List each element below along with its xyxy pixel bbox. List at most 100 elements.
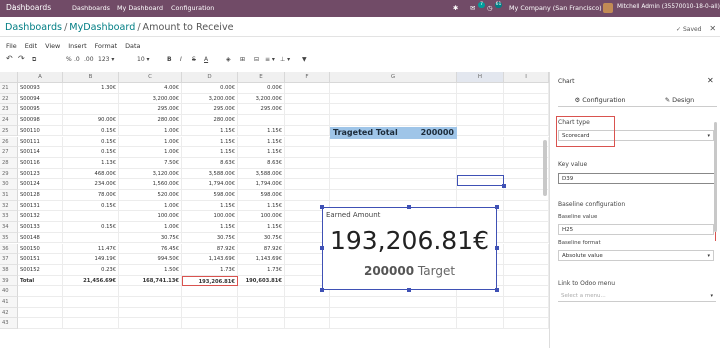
baseline-value-input[interactable]: H25 [558, 224, 714, 235]
percent-format-button[interactable]: % [66, 56, 72, 63]
grid-cell[interactable]: S00098 [18, 115, 63, 126]
grid-cell[interactable]: 193,206.81€ [182, 275, 238, 287]
row-header[interactable]: 43 [0, 318, 18, 330]
grid-cell[interactable] [330, 104, 457, 116]
grid-cell[interactable] [285, 307, 330, 319]
grid-cell[interactable] [63, 297, 119, 308]
row-header[interactable]: 34 [0, 222, 18, 233]
grid-cell[interactable]: 8.63€ [182, 157, 238, 169]
grid-cell[interactable]: 598.00€ [238, 190, 285, 201]
grid-cell[interactable] [238, 297, 285, 308]
grid-cell[interactable] [285, 179, 330, 190]
grid-cell[interactable]: S00123 [18, 168, 63, 180]
grid-cell[interactable]: 0.15€ [63, 125, 119, 137]
merge-cells-icon[interactable]: ⊟ [254, 56, 259, 63]
grid-cell[interactable]: S00093 [18, 83, 63, 94]
grid-cell[interactable] [457, 125, 504, 137]
grid-cell[interactable]: 4.00€ [119, 83, 182, 94]
breadcrumb-mydashboard[interactable]: MyDashboard [69, 22, 135, 33]
row-header[interactable]: 33 [0, 211, 18, 223]
menu-file[interactable]: File [6, 42, 17, 50]
vertical-align-dropdown[interactable]: ⊥ ▾ [280, 56, 290, 63]
grid-cell[interactable] [504, 222, 549, 233]
grid-cell[interactable] [285, 83, 330, 94]
resize-handle-e[interactable] [495, 246, 499, 250]
row-header[interactable]: 31 [0, 190, 18, 201]
horizontal-align-dropdown[interactable]: ≡ ▾ [265, 56, 275, 63]
menu-edit[interactable]: Edit [25, 42, 37, 50]
grid-cell[interactable] [504, 307, 549, 319]
row-header[interactable]: 24 [0, 115, 18, 126]
grid-cell[interactable] [182, 286, 238, 297]
grid-cell[interactable]: 30.75€ [119, 232, 182, 244]
panel-scrollbar[interactable] [714, 122, 717, 232]
row-header[interactable]: 26 [0, 136, 18, 148]
resize-handle-nw[interactable] [320, 205, 324, 209]
grid-cell[interactable]: S00148 [18, 232, 63, 244]
redo-icon[interactable]: ↷ [18, 54, 25, 63]
grid-cell[interactable]: 1,794.00€ [238, 179, 285, 190]
nav-menu-dashboards[interactable]: Dashboards [72, 4, 110, 12]
grid-cell[interactable]: S00131 [18, 200, 63, 212]
grid-cell[interactable] [63, 286, 119, 297]
resize-handle-sw[interactable] [320, 288, 324, 292]
grid-cell[interactable] [504, 318, 549, 330]
grid-cell[interactable] [504, 93, 549, 105]
grid-cell[interactable]: 280.00€ [182, 115, 238, 126]
grid-cell[interactable]: 994.50€ [119, 254, 182, 265]
grid-cell[interactable]: 87.92€ [182, 243, 238, 255]
grid-cell[interactable] [18, 286, 63, 297]
odoo-menu-select[interactable]: Select a menu... ▾ [558, 291, 716, 302]
grid-cell[interactable]: 1.00€ [119, 125, 182, 137]
activity-icon[interactable]: ◷ [487, 4, 493, 12]
grid-cell[interactable]: 1.15€ [182, 125, 238, 137]
grid-cell[interactable] [330, 115, 457, 126]
selected-cell-h26[interactable] [457, 175, 504, 186]
grid-cell[interactable]: 295.00€ [182, 104, 238, 116]
menu-insert[interactable]: Insert [68, 42, 86, 50]
grid-cell[interactable]: 598.00€ [182, 190, 238, 201]
grid-cell[interactable]: 1.15€ [182, 136, 238, 148]
grid-cell[interactable] [285, 318, 330, 330]
grid-cell[interactable] [119, 318, 182, 330]
row-header[interactable]: 21 [0, 83, 18, 94]
grid-cell[interactable]: 234.00€ [63, 179, 119, 190]
grid-cell[interactable] [119, 286, 182, 297]
grid-cell[interactable] [63, 93, 119, 105]
user-avatar[interactable] [603, 3, 613, 13]
grid-cell[interactable]: 1.15€ [238, 222, 285, 233]
grid-cell[interactable]: 468.00€ [63, 168, 119, 180]
grid-cell[interactable] [457, 297, 504, 308]
grid-cell[interactable]: 1.00€ [119, 147, 182, 158]
grid-cell[interactable] [504, 200, 549, 212]
row-header[interactable]: 36 [0, 243, 18, 255]
grid-cell[interactable]: 1.15€ [182, 147, 238, 158]
grid-cell[interactable] [504, 275, 549, 287]
column-header-f[interactable]: F [285, 72, 330, 83]
grid-cell[interactable]: 1,143.69€ [182, 254, 238, 265]
grid-cell[interactable] [504, 83, 549, 94]
grid-cell[interactable]: 1.50€ [119, 264, 182, 276]
row-header[interactable]: 41 [0, 297, 18, 308]
grid-cell[interactable] [504, 104, 549, 116]
grid-cell[interactable]: 1.73€ [182, 264, 238, 276]
bold-button[interactable]: B [167, 56, 172, 63]
grid-cell[interactable]: S00151 [18, 254, 63, 265]
grid-cell[interactable]: S00132 [18, 211, 63, 223]
menu-view[interactable]: View [45, 42, 60, 50]
grid-cell[interactable]: 30.75€ [238, 232, 285, 244]
grid-cell[interactable] [119, 297, 182, 308]
row-header[interactable]: 35 [0, 232, 18, 244]
grid-cell[interactable]: 1.00€ [119, 200, 182, 212]
grid-cell[interactable]: S00152 [18, 264, 63, 276]
grid-cell[interactable] [457, 147, 504, 158]
row-header[interactable]: 27 [0, 147, 18, 158]
column-header-d[interactable]: D [182, 72, 238, 83]
grid-cell[interactable]: 1.15€ [238, 136, 285, 148]
grid-cell[interactable] [182, 307, 238, 319]
grid-cell[interactable]: S00124 [18, 179, 63, 190]
grid-cell[interactable] [504, 286, 549, 297]
grid-cell[interactable]: 0.15€ [63, 147, 119, 158]
grid-cell[interactable]: 1,560.00€ [119, 179, 182, 190]
number-format-dropdown[interactable]: 123 ▾ [98, 56, 114, 63]
